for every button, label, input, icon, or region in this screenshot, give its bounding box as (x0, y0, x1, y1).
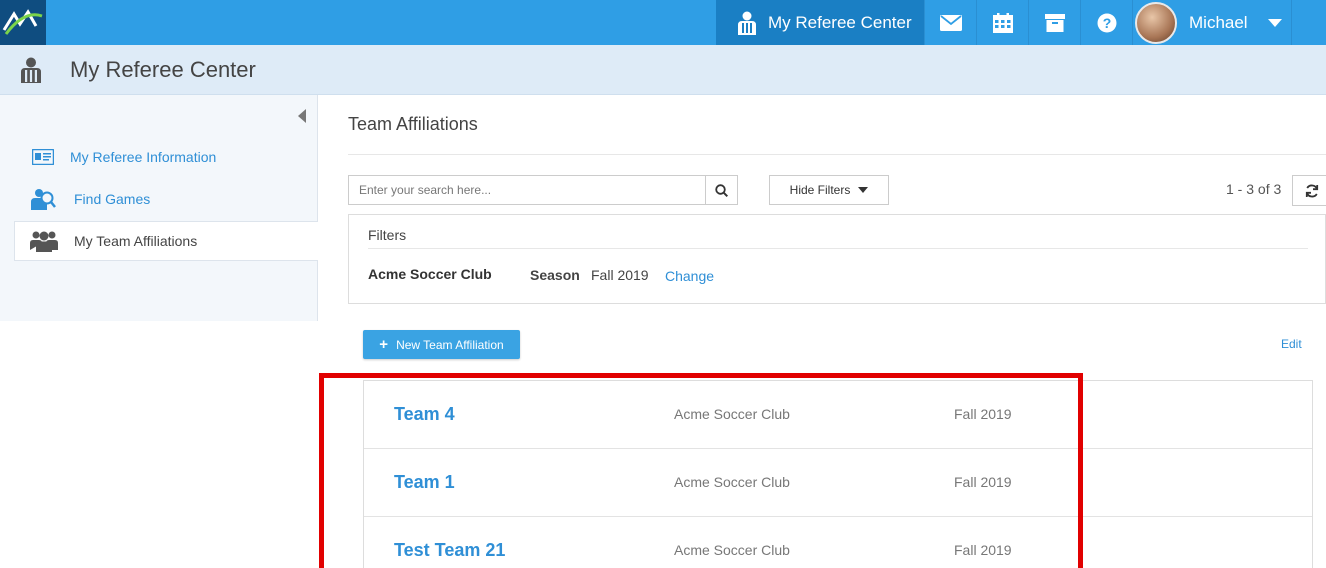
calendar-button[interactable] (976, 0, 1028, 45)
sidebar-item-find-games[interactable]: Find Games (14, 179, 318, 219)
filter-season-value: Fall 2019 (591, 267, 649, 283)
list-item[interactable]: Team 4 Acme Soccer Club Fall 2019 (364, 381, 1312, 449)
sidebar-item-label: Find Games (74, 191, 151, 207)
pagination-count: 1 - 3 of 3 (1226, 181, 1282, 197)
logo-icon (2, 9, 43, 35)
group-icon (30, 231, 58, 252)
page-title: My Referee Center (70, 57, 256, 82)
nav-my-referee-center-label: My Referee Center (768, 12, 912, 32)
avatar (1135, 1, 1177, 44)
sidebar: My Referee Information Find Games My Tea (0, 95, 318, 321)
search-icon (715, 183, 728, 197)
search-button[interactable] (705, 176, 737, 204)
hide-filters-button[interactable]: Hide Filters (769, 175, 889, 205)
section-title: Team Affiliations (348, 114, 478, 134)
search-person-icon (31, 189, 56, 210)
team-club: Acme Soccer Club (674, 474, 790, 490)
collapse-sidebar-icon[interactable] (298, 109, 306, 123)
team-season: Fall 2019 (954, 474, 1012, 490)
sidebar-item-referee-information[interactable]: My Referee Information (14, 137, 318, 177)
sidebar-item-team-affiliations[interactable]: My Team Affiliations (14, 221, 318, 261)
help-button[interactable]: ? (1080, 0, 1132, 45)
referee-icon (738, 11, 756, 35)
top-nav-bar: My Referee Center ? Michael (0, 0, 1326, 45)
list-item[interactable]: Team 1 Acme Soccer Club Fall 2019 (364, 449, 1312, 517)
list-item[interactable]: Test Team 21 Acme Soccer Club Fall 2019 (364, 517, 1312, 568)
new-team-affiliation-button[interactable]: + New Team Affiliation (363, 330, 520, 359)
refresh-button[interactable] (1292, 175, 1326, 206)
team-season: Fall 2019 (954, 542, 1012, 558)
mail-icon (939, 14, 962, 31)
filter-club: Acme Soccer Club (368, 266, 492, 282)
team-name-link[interactable]: Team 4 (394, 404, 455, 425)
team-name-link[interactable]: Team 1 (394, 472, 455, 493)
hide-filters-label: Hide Filters (789, 183, 851, 197)
team-season: Fall 2019 (954, 406, 1012, 422)
archive-icon (1044, 13, 1065, 32)
archive-button[interactable] (1028, 0, 1080, 45)
plus-icon: + (379, 336, 389, 353)
team-club: Acme Soccer Club (674, 542, 790, 558)
divider (368, 248, 1308, 249)
filters-panel: Filters Acme Soccer Club Season Fall 201… (348, 214, 1326, 304)
change-season-link[interactable]: Change (665, 268, 714, 284)
help-icon: ? (1097, 13, 1116, 32)
team-affiliation-list: Team 4 Acme Soccer Club Fall 2019 Team 1… (363, 380, 1313, 568)
nav-my-referee-center[interactable]: My Referee Center (716, 0, 924, 45)
new-team-affiliation-label: New Team Affiliation (396, 337, 504, 352)
sidebar-item-label: My Team Affiliations (74, 233, 198, 249)
search-input[interactable] (349, 176, 705, 204)
app-logo[interactable] (0, 0, 46, 45)
user-name: Michael (1189, 12, 1248, 32)
mail-button[interactable] (924, 0, 976, 45)
edit-link[interactable]: Edit (1281, 337, 1302, 351)
id-card-icon (32, 149, 54, 165)
filter-season-label: Season (530, 267, 580, 283)
sidebar-item-label: My Referee Information (70, 149, 217, 165)
calendar-icon (992, 12, 1013, 33)
refresh-icon (1305, 184, 1319, 197)
team-name-link[interactable]: Test Team 21 (394, 540, 505, 561)
divider (348, 154, 1326, 155)
caret-down-icon (858, 187, 869, 193)
page-header: My Referee Center (0, 45, 1326, 95)
search-box (348, 175, 738, 205)
chevron-down-icon (1267, 18, 1282, 27)
svg-text:?: ? (1102, 15, 1111, 31)
team-club: Acme Soccer Club (674, 406, 790, 422)
referee-icon (21, 57, 41, 83)
filters-heading: Filters (368, 227, 407, 243)
user-menu[interactable]: Michael (1132, 0, 1292, 45)
